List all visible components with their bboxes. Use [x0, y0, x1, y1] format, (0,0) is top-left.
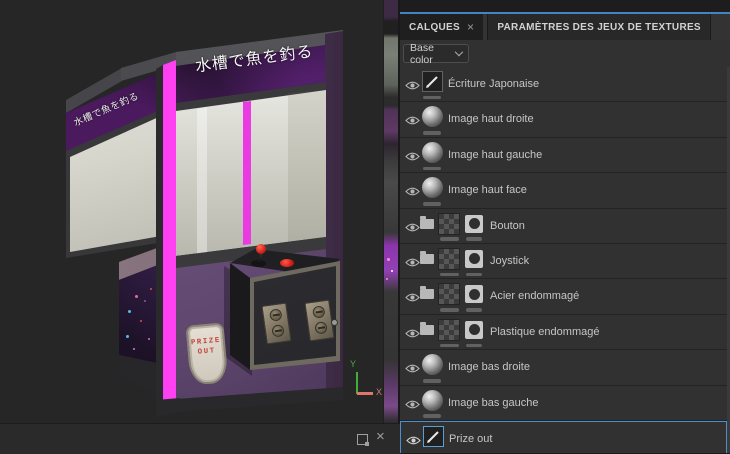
visibility-eye-icon[interactable] [405, 361, 420, 373]
layer-row-prize-out[interactable]: Prize out [400, 420, 727, 453]
layer-mini-bar [423, 95, 441, 100]
layer-label: Image haut droite [448, 113, 534, 126]
layer-mini-bar [466, 343, 482, 348]
visibility-eye-icon[interactable] [405, 149, 420, 161]
layers-panel: CALQUES × PARAMÈTRES DES JEUX DE TEXTURE… [400, 0, 730, 453]
layer-label: Bouton [490, 219, 525, 232]
layer-mini-bar [423, 414, 441, 418]
visibility-eye-icon[interactable] [406, 433, 421, 445]
layer-label: Image haut face [448, 184, 527, 197]
channel-selector[interactable]: Base color [403, 41, 469, 66]
axis-y-label: Y [350, 359, 357, 369]
folder-icon [420, 321, 434, 335]
layer-row-ecriture-japonaise[interactable]: Écriture Japonaise [400, 67, 727, 103]
axis-y-line [356, 372, 358, 394]
layer-row-joystick[interactable]: Joystick [400, 244, 727, 280]
layer-mini-bar [423, 202, 441, 206]
layer-mini-bar [466, 308, 482, 312]
tab-close-icon[interactable]: × [467, 20, 474, 34]
visibility-eye-icon[interactable] [405, 255, 420, 267]
folder-icon [420, 215, 434, 229]
fill-layer-thumbnail[interactable] [422, 354, 443, 376]
layer-mini-bar [440, 272, 459, 277]
panel-toolbar: Base color [400, 40, 730, 67]
viewport-3d[interactable]: PRIZE OUT 水槽で魚を釣る 水槽で魚を釣る Y X [0, 0, 383, 423]
layer-row-acier-endommage[interactable]: Acier endommagé [400, 279, 727, 315]
paint-layer-thumbnail[interactable] [422, 71, 443, 92]
visibility-eye-icon[interactable] [405, 290, 420, 302]
layer-row-image-haut-face[interactable]: Image haut face [400, 173, 727, 209]
layer-label: Joystick [490, 254, 530, 267]
folder-content-thumbnail[interactable] [438, 212, 460, 235]
axis-x-label: X [376, 387, 383, 397]
folder-icon [420, 250, 434, 264]
axis-x-line [357, 392, 373, 395]
panel-top-strip [400, 0, 730, 12]
paint-layer-thumbnail[interactable] [423, 425, 444, 447]
layer-label: Plastique endommagé [490, 325, 600, 338]
mask-thumbnail[interactable] [465, 214, 483, 233]
folder-content-thumbnail[interactable] [438, 283, 460, 306]
visibility-eye-icon[interactable] [405, 397, 420, 408]
viewport-2d-strip[interactable] [383, 0, 401, 423]
coin-plate-right [304, 299, 335, 342]
layer-mini-bar [440, 343, 459, 348]
layer-mini-bar [423, 379, 441, 383]
mask-thumbnail[interactable] [465, 320, 483, 339]
layer-row-image-haut-droite[interactable]: Image haut droite [400, 102, 727, 138]
viewport-bottom-bar [0, 423, 400, 454]
visibility-eye-icon[interactable] [405, 184, 420, 196]
visibility-eye-icon[interactable] [405, 113, 420, 125]
layer-mini-bar [466, 272, 482, 277]
tab-label: CALQUES [409, 21, 460, 33]
fill-layer-thumbnail[interactable] [422, 141, 443, 163]
folder-content-thumbnail[interactable] [438, 247, 460, 270]
layer-mini-bar [423, 131, 441, 135]
layer-label: Image bas gauche [448, 396, 539, 409]
layer-row-image-bas-droite[interactable]: Image bas droite [400, 350, 727, 386]
layer-mini-bar [440, 237, 459, 241]
layer-list: Écriture Japonaise Image haut droite Ima… [400, 67, 727, 453]
layer-row-plastique-endommage[interactable]: Plastique endommagé [400, 315, 727, 351]
panel-tab-bar: CALQUES × PARAMÈTRES DES JEUX DE TEXTURE… [400, 14, 730, 40]
layer-mini-bar [466, 237, 482, 241]
tab-label: PARAMÈTRES DES JEUX DE TEXTURES [497, 21, 701, 33]
channel-selector-value: Base color [410, 41, 434, 66]
keyhole [331, 319, 338, 326]
visibility-eye-icon[interactable] [405, 78, 420, 90]
layer-label: Prize out [449, 432, 493, 445]
layer-label: Image bas droite [448, 361, 530, 374]
fill-layer-thumbnail[interactable] [422, 177, 443, 199]
folder-content-thumbnail[interactable] [438, 318, 460, 341]
layer-row-bouton[interactable]: Bouton [400, 209, 727, 244]
red-button [280, 259, 294, 267]
layer-label: Image haut gauche [448, 148, 543, 161]
mask-thumbnail[interactable] [465, 285, 483, 304]
layer-mini-bar [423, 166, 441, 171]
folder-icon [420, 286, 434, 300]
layer-row-image-bas-gauche[interactable]: Image bas gauche [400, 386, 727, 421]
tab-parametres-jeux-textures[interactable]: PARAMÈTRES DES JEUX DE TEXTURES [487, 14, 711, 40]
float-view-icon[interactable] [357, 434, 369, 446]
layer-row-image-haut-gauche[interactable]: Image haut gauche [400, 138, 727, 174]
layer-mini-bar [440, 308, 459, 312]
layer-label: Acier endommagé [490, 290, 580, 303]
visibility-eye-icon[interactable] [405, 326, 420, 338]
tab-calques[interactable]: CALQUES × [400, 14, 484, 40]
close-icon[interactable]: × [376, 429, 385, 444]
visibility-eye-icon[interactable] [405, 220, 420, 231]
joystick-ball [256, 244, 266, 254]
layer-label: Écriture Japonaise [448, 78, 540, 90]
mask-thumbnail[interactable] [465, 249, 483, 268]
fill-layer-thumbnail[interactable] [422, 106, 443, 128]
fill-layer-thumbnail[interactable] [422, 389, 443, 411]
coin-plate-left [261, 302, 292, 345]
